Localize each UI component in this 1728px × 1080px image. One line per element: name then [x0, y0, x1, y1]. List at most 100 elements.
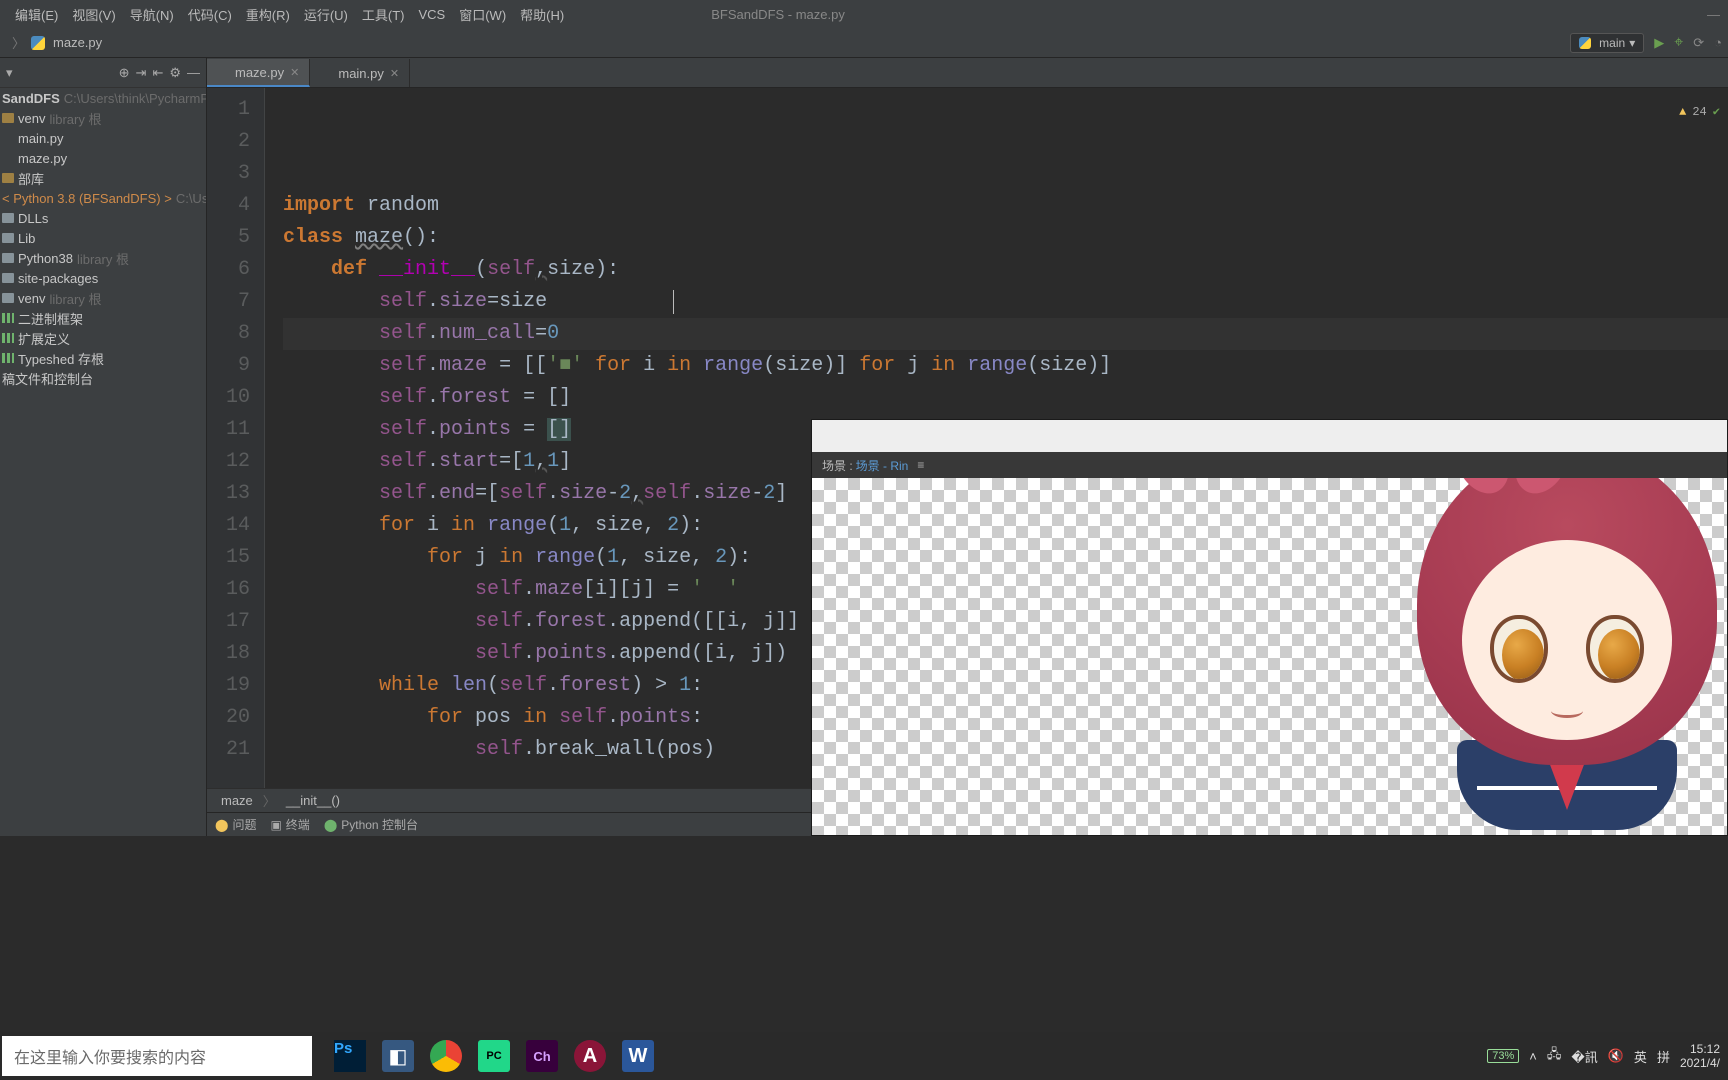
tab-label: maze.py: [235, 65, 284, 80]
search-placeholder: 在这里输入你要搜索的内容: [14, 1044, 206, 1068]
chart-icon: [2, 353, 14, 363]
ime-lang[interactable]: 英: [1634, 1047, 1647, 1066]
tree-item[interactable]: Python38library 根: [0, 248, 206, 268]
debug-button[interactable]: ⌖: [1674, 34, 1683, 52]
code-line[interactable]: self.maze = [['■' for i in range(size)] …: [283, 350, 1728, 382]
taskbar-clock[interactable]: 15:12 2021/4/: [1680, 1042, 1720, 1070]
app-character-animator[interactable]: Ch: [520, 1034, 564, 1078]
tree-item[interactable]: DLLs: [0, 208, 206, 228]
breadcrumb-class[interactable]: maze: [221, 793, 253, 808]
chevron-down-icon: ▾: [1629, 36, 1635, 50]
menu-tools[interactable]: 工具(T): [355, 5, 412, 24]
code-line[interactable]: self.num_call=0: [283, 318, 1728, 350]
folder-icon: [2, 113, 14, 123]
tool-terminal[interactable]: ▣终端: [270, 816, 309, 833]
tree-item[interactable]: Typeshed 存根: [0, 348, 206, 368]
battery-indicator[interactable]: 73%: [1487, 1049, 1519, 1063]
app-word[interactable]: W: [616, 1034, 660, 1078]
tool-problems[interactable]: ⬤问题: [215, 816, 256, 833]
code-line[interactable]: import random: [283, 190, 1728, 222]
run-config-selector[interactable]: main ▾: [1570, 33, 1644, 53]
tree-item[interactable]: 稿文件和控制台: [0, 368, 206, 388]
tree-item[interactable]: venvlibrary 根: [0, 288, 206, 308]
menu-icon[interactable]: ≡: [917, 458, 924, 472]
tree-item[interactable]: 部库: [0, 168, 206, 188]
code-line[interactable]: def __init__(self,size):: [283, 254, 1728, 286]
tree-item[interactable]: Lib: [0, 228, 206, 248]
gear-icon[interactable]: ⚙: [169, 65, 181, 81]
breadcrumb-method[interactable]: __init__(): [286, 793, 340, 808]
taskbar-apps: Ps ◧ PC Ch A W: [328, 1034, 660, 1078]
tree-item[interactable]: 扩展定义: [0, 328, 206, 348]
folder-icon: [2, 293, 14, 303]
tool-python-console[interactable]: ⬤Python 控制台: [324, 816, 418, 833]
menu-edit[interactable]: 编辑(E): [8, 5, 65, 24]
tree-item[interactable]: venvlibrary 根: [0, 108, 206, 128]
menu-vcs[interactable]: VCS: [411, 7, 452, 22]
scene-link[interactable]: 场景 - Rin: [856, 457, 909, 474]
wifi-icon[interactable]: �訊: [1571, 1047, 1597, 1066]
tree-item[interactable]: 二进制框架: [0, 308, 206, 328]
overlay-canvas[interactable]: [812, 478, 1727, 835]
app-chrome[interactable]: [424, 1034, 468, 1078]
overlay-app-window[interactable]: 场景 : 场景 - Rin ≡: [811, 419, 1728, 836]
code-line[interactable]: class maze():: [283, 222, 1728, 254]
tree-item[interactable]: main.py: [0, 128, 206, 148]
breadcrumb-sep-icon: 〉: [263, 791, 276, 810]
app-pycharm2[interactable]: PC: [472, 1034, 516, 1078]
breadcrumb-label: maze.py: [53, 35, 102, 50]
volume-icon[interactable]: 🔇: [1608, 1048, 1624, 1064]
ime-mode[interactable]: 拼: [1657, 1047, 1670, 1066]
nav-bar: 〉 maze.py main ▾ ▶ ⌖ ⟳ ◔: [0, 28, 1728, 58]
chevron-down-icon[interactable]: ▾: [6, 65, 13, 81]
collapse-icon[interactable]: ⇤: [152, 65, 163, 81]
windows-search[interactable]: 在这里输入你要搜索的内容: [2, 1036, 312, 1076]
locate-icon[interactable]: ⊕: [119, 65, 130, 81]
tab-label: main.py: [338, 66, 384, 81]
folder-icon: [2, 213, 14, 223]
tree-item[interactable]: < Python 3.8 (BFSandDFS) >C:\Use: [0, 188, 206, 208]
breadcrumb-file[interactable]: maze.py: [31, 35, 102, 50]
run-button[interactable]: ▶: [1654, 35, 1664, 51]
menu-run[interactable]: 运行(U): [297, 5, 355, 24]
tree-item[interactable]: maze.py: [0, 148, 206, 168]
app-photoshop[interactable]: Ps: [328, 1034, 372, 1078]
coverage-button[interactable]: ⟳: [1693, 35, 1704, 51]
overlay-titlebar[interactable]: [812, 420, 1727, 452]
tree-root[interactable]: SandDFSC:\Users\think\PycharmPro: [0, 88, 206, 108]
chart-icon: [2, 313, 14, 323]
menu-refactor[interactable]: 重构(R): [239, 5, 297, 24]
editor-tabs: maze.py ✕ main.py ✕: [207, 58, 1728, 88]
close-icon[interactable]: ✕: [290, 66, 299, 79]
tree-item[interactable]: site-packages: [0, 268, 206, 288]
python-file-icon: [2, 152, 14, 164]
close-icon[interactable]: ✕: [390, 67, 399, 80]
code-line[interactable]: self.forest = []: [283, 382, 1728, 414]
menu-navigate[interactable]: 导航(N): [123, 5, 181, 24]
app-generic-a[interactable]: A: [568, 1034, 612, 1078]
profile-button[interactable]: ◔: [1714, 35, 1722, 50]
tray-chevron-icon[interactable]: ˄: [1529, 1049, 1537, 1064]
character-sprite: [1357, 478, 1727, 835]
editor-tab[interactable]: main.py ✕: [310, 59, 410, 87]
project-tree[interactable]: SandDFSC:\Users\think\PycharmProvenvlibr…: [0, 88, 206, 388]
folder-icon: [2, 273, 14, 283]
menu-window[interactable]: 窗口(W): [452, 5, 513, 24]
expand-icon[interactable]: ⇥: [136, 65, 147, 81]
hide-icon[interactable]: —: [187, 65, 200, 80]
menu-code[interactable]: 代码(C): [181, 5, 239, 24]
folder-icon: [2, 233, 14, 243]
app-pycharm[interactable]: ◧: [376, 1034, 420, 1078]
windows-taskbar: 在这里输入你要搜索的内容 Ps ◧ PC Ch A W 73% ˄ 🖧 �訊 🔇…: [0, 1032, 1728, 1080]
menu-view[interactable]: 视图(V): [65, 5, 122, 24]
problems-count-value: 24: [1692, 96, 1706, 128]
network-icon[interactable]: 🖧: [1547, 1045, 1562, 1067]
editor-tab[interactable]: maze.py ✕: [207, 59, 310, 87]
run-config-label: main: [1599, 36, 1625, 50]
python-file-icon: [31, 36, 45, 50]
folder-icon: [2, 253, 14, 263]
minimize-icon[interactable]: —: [1707, 7, 1720, 22]
problems-indicator[interactable]: ▲ 24 ✔: [1679, 96, 1720, 128]
menu-help[interactable]: 帮助(H): [513, 5, 571, 24]
code-line[interactable]: self.size=size: [283, 286, 1728, 318]
